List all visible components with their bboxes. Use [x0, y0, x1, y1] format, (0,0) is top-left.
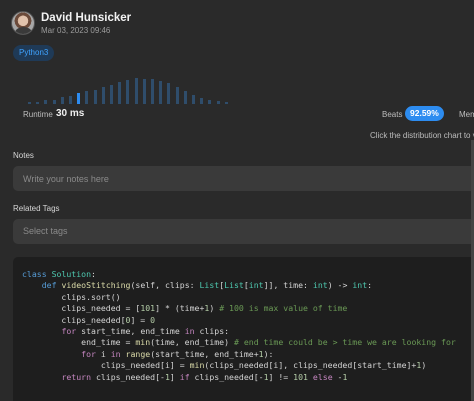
distribution-bar[interactable] [28, 102, 31, 104]
code-line: clips.sort() [22, 291, 121, 302]
memory-label: Mem [459, 110, 474, 119]
distribution-bar[interactable] [134, 78, 138, 104]
distribution-bar[interactable] [167, 83, 171, 104]
code-line: for i in range(start_time, end_time+1): [81, 348, 274, 359]
solution-page: David Hunsicker Mar 03, 2023 09:46 Pytho… [0, 0, 474, 401]
post-date: Mar 03, 2023 09:46 [41, 26, 111, 35]
code-line: return clips_needed[-1] if clips_needed[… [61, 371, 348, 382]
distribution-bar[interactable] [175, 87, 179, 104]
distribution-bar[interactable] [77, 93, 81, 104]
distribution-bar[interactable] [200, 98, 204, 104]
beats-label: Beats [382, 110, 403, 119]
tags-select[interactable]: Select tags [13, 219, 474, 244]
distribution-bar[interactable] [142, 79, 146, 104]
distribution-bar[interactable] [216, 101, 220, 104]
distribution-bar[interactable] [126, 80, 130, 104]
runtime-label: Runtime [23, 110, 53, 119]
distribution-bar[interactable] [36, 102, 40, 104]
distribution-bar[interactable] [110, 85, 113, 104]
distribution-bar[interactable] [224, 102, 228, 104]
beats-badge: 92.59% [405, 106, 444, 121]
distribution-bar[interactable] [208, 100, 212, 104]
code-line: class Solution: [22, 269, 96, 279]
distribution-bar[interactable] [151, 79, 154, 104]
distribution-bar[interactable] [44, 100, 48, 104]
code-line: clips_needed = [101] * (time+1) # 100 is… [22, 303, 348, 314]
code-line: def videoStitching(self, clips: List[Lis… [41, 280, 373, 291]
code-line: clips_needed[i] = min(clips_needed[i], c… [22, 360, 427, 371]
related-tags-label: Related Tags [13, 204, 60, 213]
distribution-bar[interactable] [118, 82, 122, 104]
avatar-body [15, 27, 32, 34]
avatar-head [19, 16, 28, 26]
distribution-bar[interactable] [183, 91, 187, 104]
distribution-bar[interactable] [60, 97, 64, 104]
code-line: for start_time, end_time in clips: [61, 325, 230, 336]
distribution-bar[interactable] [85, 91, 89, 104]
distribution-bar[interactable] [192, 95, 195, 104]
distribution-hint: Click the distribution chart to v [370, 131, 474, 140]
language-badge[interactable]: Python3 [13, 45, 55, 61]
code-line: end_time = min(time, end_time) # end tim… [22, 337, 456, 348]
distribution-bar[interactable] [69, 96, 72, 104]
code-line: clips_needed[0] = 0 [22, 314, 156, 325]
author-avatar[interactable] [11, 11, 35, 35]
code-block[interactable]: class Solution: def videoStitching(self,… [13, 257, 474, 401]
runtime-value: 30 ms [56, 108, 85, 119]
notes-label: Notes [13, 151, 34, 160]
notes-input[interactable] [13, 166, 474, 191]
distribution-bar[interactable] [52, 100, 56, 104]
author-name[interactable]: David Hunsicker [41, 12, 131, 24]
runtime-distribution-chart[interactable] [0, 70, 474, 104]
distribution-bar[interactable] [101, 87, 105, 104]
distribution-bar[interactable] [159, 81, 163, 104]
distribution-bar[interactable] [93, 90, 97, 104]
